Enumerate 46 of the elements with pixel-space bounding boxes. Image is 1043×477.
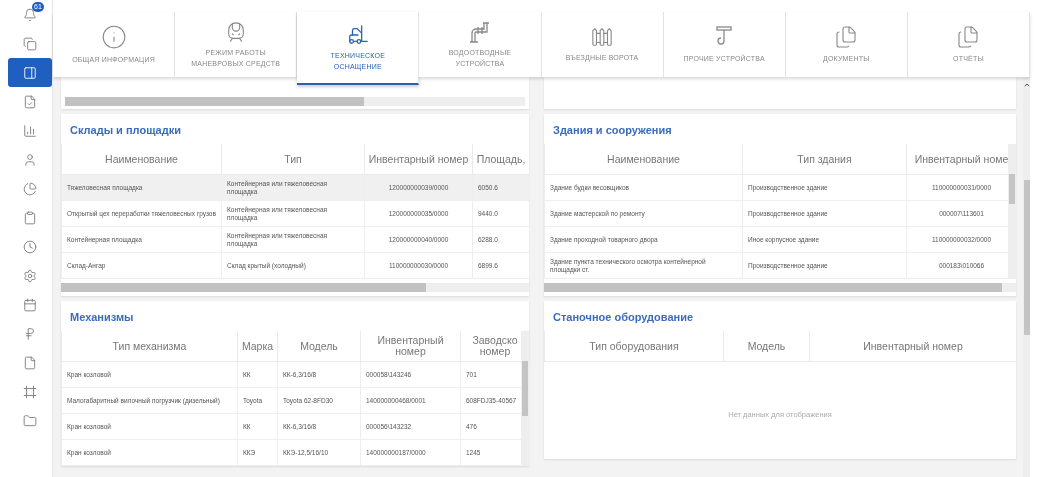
scrollbar[interactable] xyxy=(1008,144,1016,279)
sidebar-item[interactable] xyxy=(8,58,52,87)
bar-chart-icon xyxy=(23,123,37,138)
column-header[interactable]: Тип xyxy=(221,144,365,175)
clock-icon xyxy=(23,239,37,254)
scrollbar[interactable] xyxy=(65,97,525,106)
gate-icon xyxy=(591,26,614,48)
column-header[interactable]: Тип механизма xyxy=(61,331,238,362)
forklift-icon xyxy=(346,23,369,46)
info-icon xyxy=(100,24,127,50)
frame-icon xyxy=(23,384,37,399)
section-title: Механизмы xyxy=(69,310,135,325)
panel-icon xyxy=(23,65,37,80)
copy-icon xyxy=(23,36,37,51)
folder-icon xyxy=(23,413,37,428)
column-header[interactable]: Модель xyxy=(723,331,810,362)
person-icon xyxy=(23,152,37,167)
column-header[interactable]: Инвентарный номер xyxy=(360,331,461,362)
section-title: Склады и площадки xyxy=(69,123,182,138)
scrollbar[interactable] xyxy=(61,283,529,292)
column-header[interactable]: Тип здания xyxy=(742,144,907,175)
column-header[interactable]: Марка xyxy=(237,331,278,362)
settings-icon xyxy=(23,268,37,283)
column-header[interactable]: Наименование xyxy=(544,144,743,175)
documents-icon xyxy=(834,25,859,49)
section-title: Станочное оборудование xyxy=(552,310,695,325)
column-header[interactable]: Инвентарный номер xyxy=(809,331,1017,362)
section-title: Здания и сооружения xyxy=(552,123,673,138)
document-check-icon xyxy=(23,94,37,109)
file-icon xyxy=(23,355,37,370)
scroll-up-icon[interactable] xyxy=(1023,81,1030,89)
pipe-icon xyxy=(467,20,492,43)
documents-icon xyxy=(956,25,981,49)
column-header[interactable]: Площадь, xyxy=(472,144,530,175)
ruble-icon xyxy=(23,326,37,341)
scrollbar[interactable] xyxy=(544,283,1016,292)
column-header[interactable]: Тип оборудования xyxy=(544,331,724,362)
calendar-icon xyxy=(23,297,37,312)
pie-chart-icon xyxy=(23,181,37,196)
bell-icon xyxy=(23,7,37,22)
column-header[interactable]: Модель xyxy=(277,331,361,362)
clipboard-icon xyxy=(23,210,37,225)
column-header[interactable]: Инвентарный номер xyxy=(364,144,473,175)
scrollbar[interactable] xyxy=(521,331,529,466)
page-scrollbar[interactable] xyxy=(1023,77,1030,477)
column-header[interactable]: Наименование xyxy=(61,144,222,175)
